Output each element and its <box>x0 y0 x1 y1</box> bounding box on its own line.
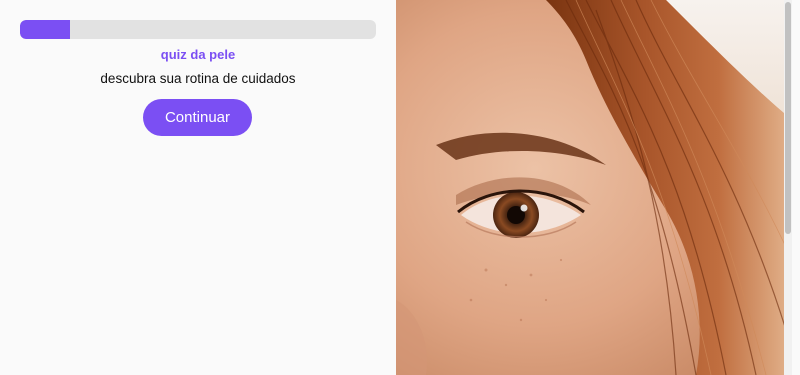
quiz-subtitle: descubra sua rotina de cuidados <box>100 71 296 86</box>
hero-image-panel <box>396 0 792 375</box>
page-scrollbar[interactable] <box>784 0 792 375</box>
quiz-panel: quiz da pele descubra sua rotina de cuid… <box>0 0 396 375</box>
scrollbar-thumb[interactable] <box>785 2 791 234</box>
quiz-title: quiz da pele <box>160 47 236 62</box>
hero-image <box>396 0 792 375</box>
quiz-page: quiz da pele descubra sua rotina de cuid… <box>0 0 800 375</box>
progress-bar-fill <box>20 20 70 39</box>
continue-button[interactable]: Continuar <box>143 99 252 136</box>
progress-bar <box>20 20 376 39</box>
